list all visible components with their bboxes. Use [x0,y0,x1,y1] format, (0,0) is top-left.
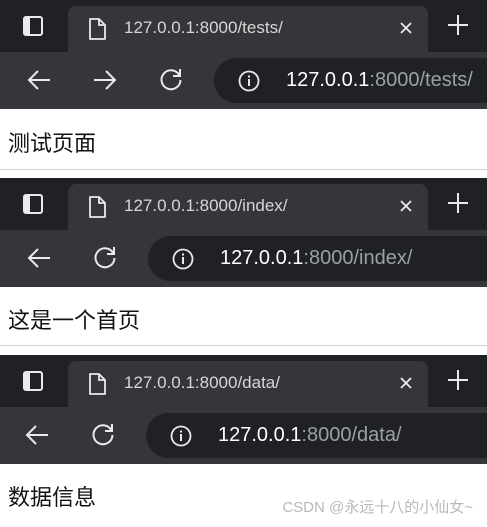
tab-actions-icon [22,15,44,37]
watermark: CSDN @永远十八的小仙女~ [282,499,473,516]
url-path: :8000/index/ [303,247,413,269]
close-icon[interactable] [398,20,414,36]
page-icon [88,18,106,40]
page-icon [88,196,106,218]
info-icon[interactable] [238,70,260,92]
divider [0,169,487,170]
info-icon[interactable] [170,425,192,447]
plus-icon[interactable] [447,192,469,214]
forward-arrow-icon[interactable] [92,67,118,93]
page-icon [88,373,106,395]
plus-icon[interactable] [447,14,469,36]
address-bar[interactable]: 127.0.0.1:8000/data/ [146,413,487,458]
url-host: 127.0.0.1 [286,69,370,91]
tab-actions-icon [22,370,44,392]
toolbar: 127.0.0.1:8000/index/ [0,230,487,287]
close-icon[interactable] [398,375,414,391]
back-arrow-icon[interactable] [26,67,52,93]
divider [0,345,487,346]
url-path: :8000/tests/ [369,69,473,91]
address-bar[interactable]: 127.0.0.1:8000/index/ [148,236,487,281]
url-host: 127.0.0.1 [218,424,302,446]
page-content-text: 数据信息 [8,485,97,510]
tab-actions-button[interactable] [0,178,66,230]
tab-strip: 127.0.0.1:8000/data/ [0,355,487,407]
info-icon[interactable] [172,248,194,270]
url-text: 127.0.0.1:8000/tests/ [286,69,473,92]
toolbar: 127.0.0.1:8000/tests/ [0,52,487,109]
tab[interactable]: 127.0.0.1:8000/data/ [68,361,428,407]
tab-title: 127.0.0.1:8000/data/ [124,373,280,392]
tab-actions-button[interactable] [0,355,66,407]
tab-strip: 127.0.0.1:8000/tests/ [0,0,487,52]
tab-title: 127.0.0.1:8000/tests/ [124,18,283,37]
page-content-text: 这是一个首页 [8,308,141,333]
tab[interactable]: 127.0.0.1:8000/index/ [68,184,428,230]
page-content-text: 测试页面 [8,131,97,156]
url-text: 127.0.0.1:8000/index/ [220,247,412,270]
back-arrow-icon[interactable] [26,245,52,271]
toolbar: 127.0.0.1:8000/data/ [0,407,487,464]
reload-icon[interactable] [92,245,118,271]
url-host: 127.0.0.1 [220,247,304,269]
tab-actions-button[interactable] [0,0,66,52]
address-bar[interactable]: 127.0.0.1:8000/tests/ [214,58,487,103]
tab-actions-icon [22,193,44,215]
plus-icon[interactable] [447,369,469,391]
reload-icon[interactable] [90,422,116,448]
tab-strip: 127.0.0.1:8000/index/ [0,178,487,230]
close-icon[interactable] [398,198,414,214]
tab-title: 127.0.0.1:8000/index/ [124,196,288,215]
tab[interactable]: 127.0.0.1:8000/tests/ [68,6,428,52]
reload-icon[interactable] [158,67,184,93]
url-text: 127.0.0.1:8000/data/ [218,424,402,447]
back-arrow-icon[interactable] [24,422,50,448]
url-path: :8000/data/ [301,424,402,446]
